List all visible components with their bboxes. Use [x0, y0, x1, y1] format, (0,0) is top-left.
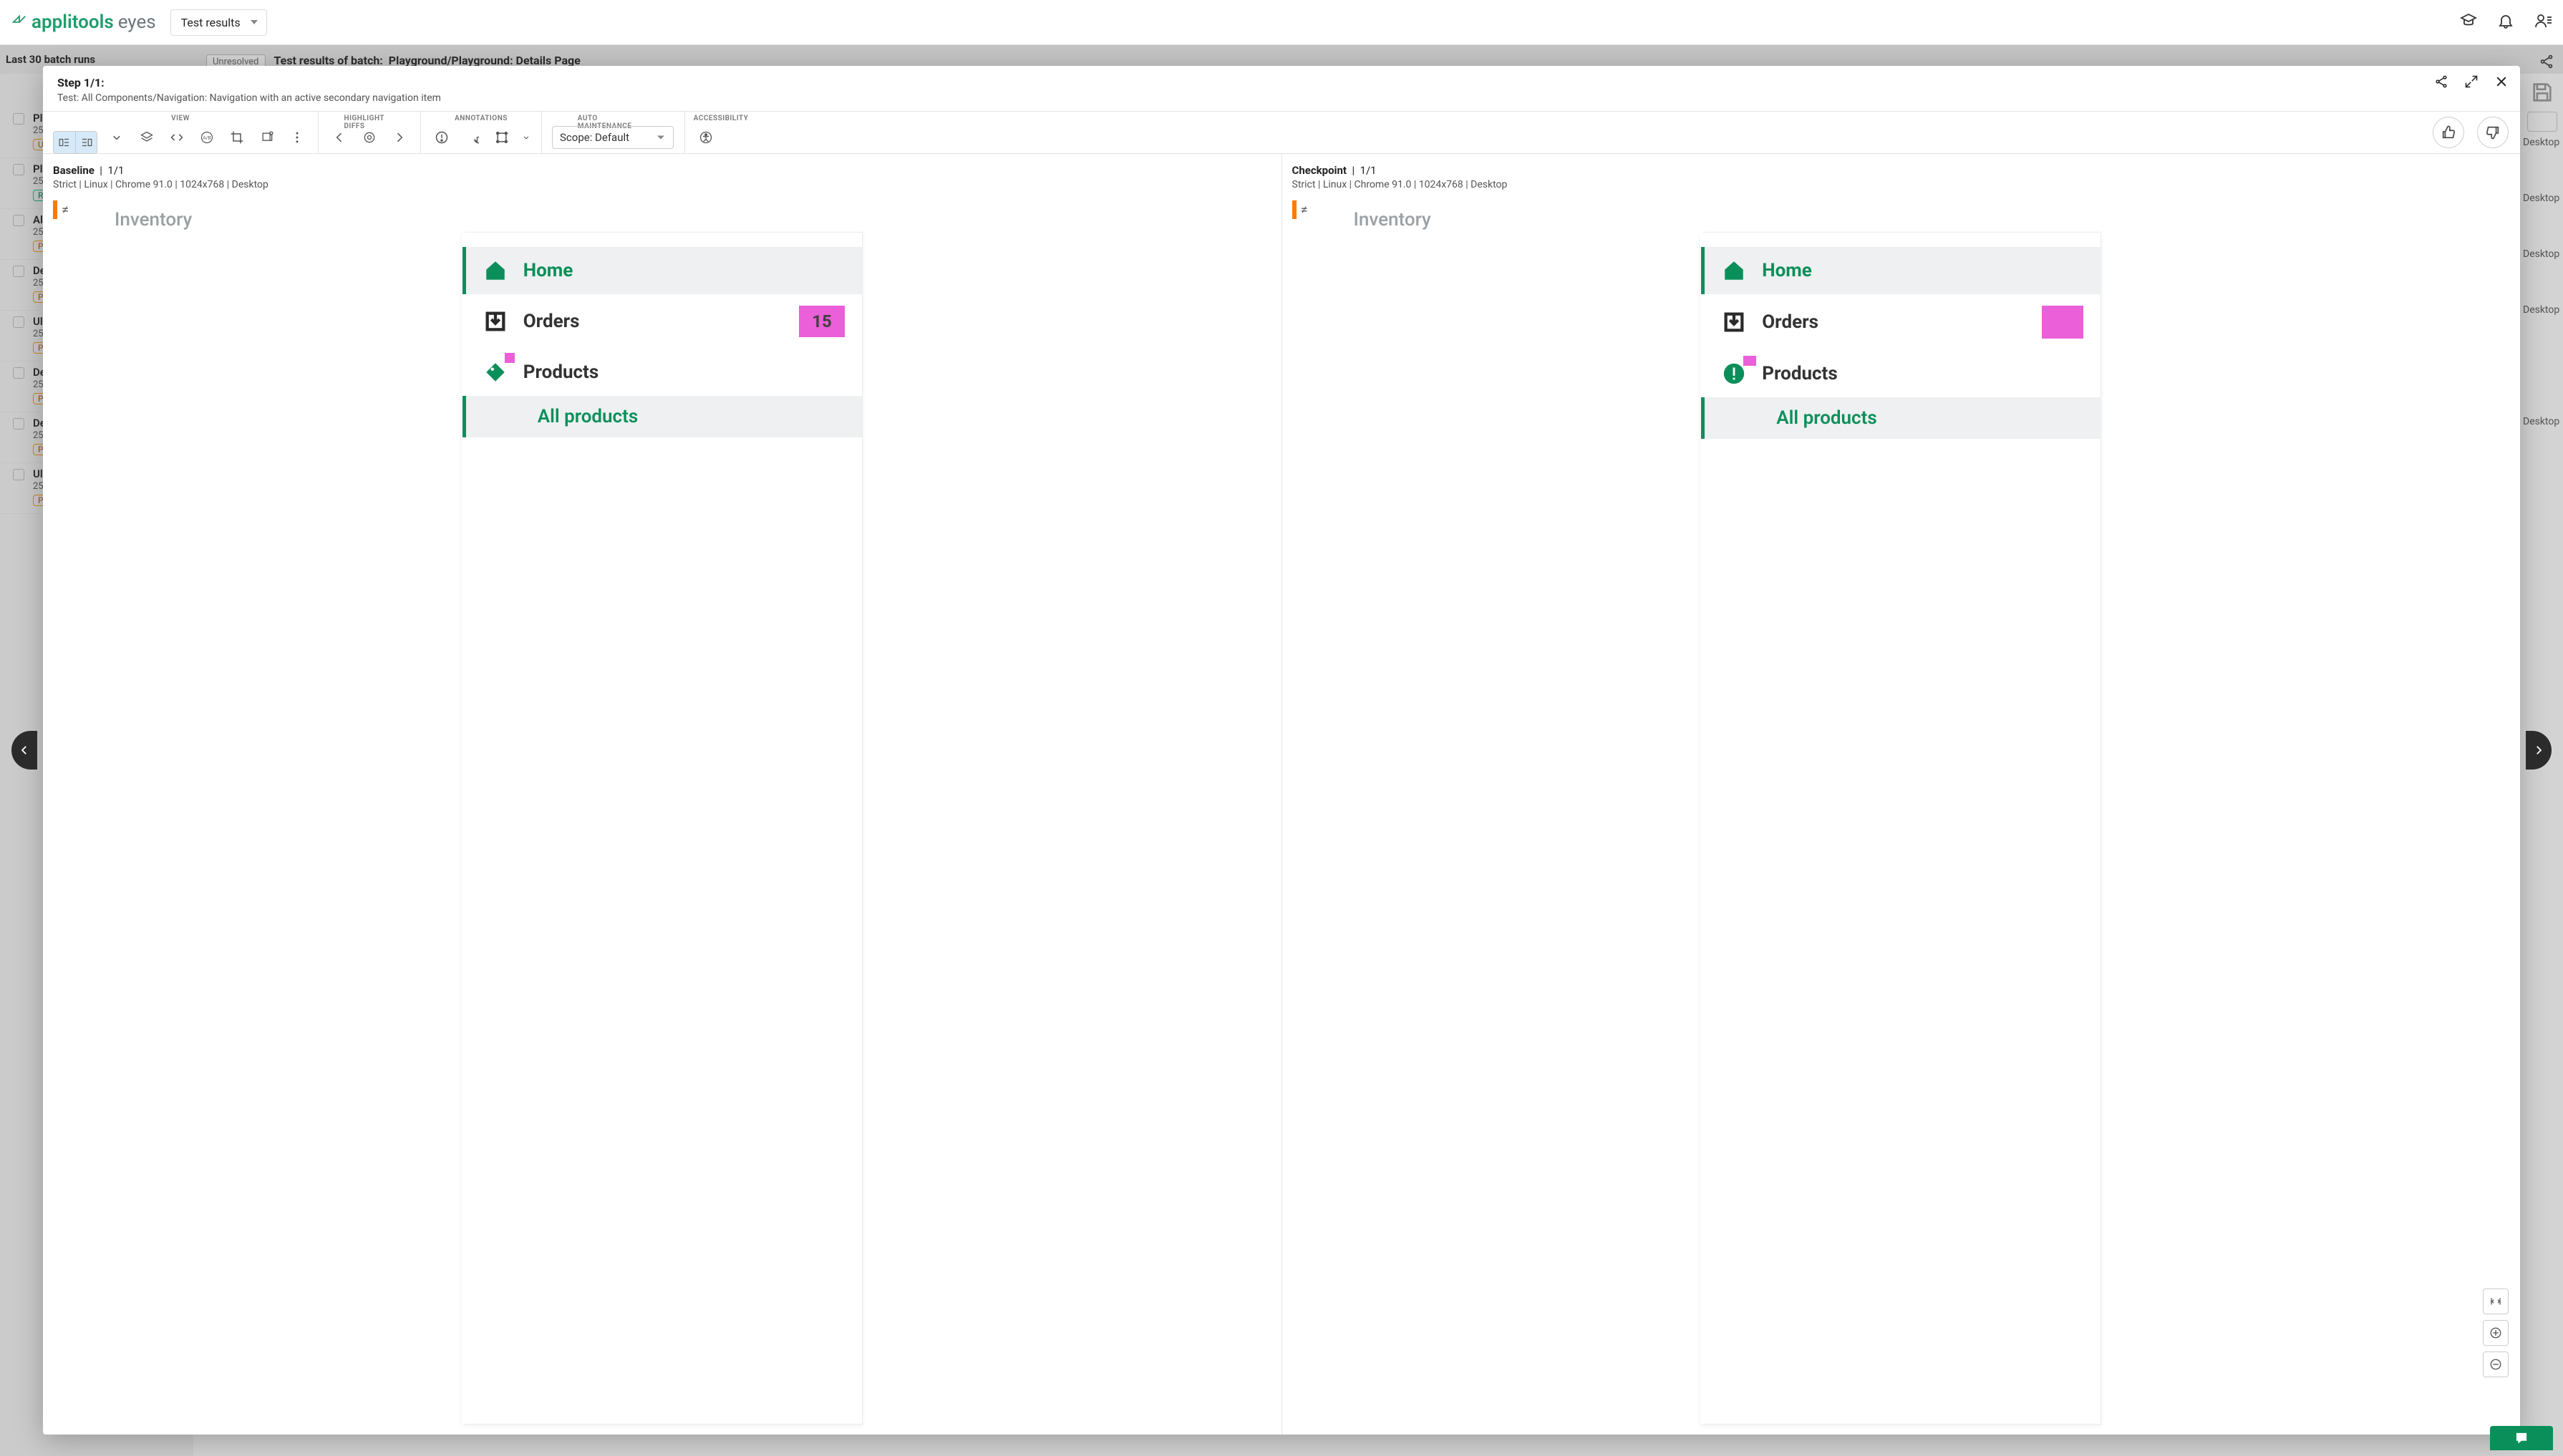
group-label-view: VIEW [171, 115, 190, 122]
checkpoint-env: Strict | Linux | Chrome 91.0 | 1024x768 … [1292, 179, 2511, 190]
fit-width-button[interactable] [2483, 1288, 2509, 1314]
scope-dropdown[interactable]: Scope: Default [552, 126, 674, 149]
bell-icon[interactable] [2497, 12, 2514, 32]
layers-icon[interactable] [136, 127, 158, 148]
scope-label: Scope: Default [560, 131, 629, 144]
baseline-screenshot: Home Orders 15 Products All products Inv… [462, 232, 863, 1425]
step-label: Step 1/1: [57, 76, 2506, 89]
results-dropdown-label: Test results [181, 16, 241, 29]
zoom-controls [2483, 1288, 2509, 1377]
chevron-small-icon[interactable] [106, 127, 127, 148]
crop-icon[interactable] [226, 127, 248, 148]
baseline-title: Baseline [53, 164, 95, 177]
group-label-highlight: HIGHLIGHT DIFFS [344, 115, 395, 130]
top-actions [2460, 12, 2552, 32]
checkpoint-pane: Checkpoint | 1/1 Strict | Linux | Chrome… [1282, 154, 2521, 1435]
more-icon[interactable] [286, 127, 308, 148]
modal-header: Step 1/1: Test: All Components/Navigatio… [43, 66, 2520, 111]
accessibility-icon[interactable] [695, 127, 717, 148]
comment-icon[interactable] [461, 127, 483, 148]
test-name: Test: All Components/Navigation: Navigat… [57, 92, 2506, 104]
subnav-inventory-label: Inventory [1354, 209, 1431, 230]
top-bar: applitoolseyes Test results [0, 0, 2563, 45]
brand-glyph-icon [11, 14, 27, 30]
share-icon[interactable] [2434, 74, 2448, 92]
results-dropdown[interactable]: Test results [170, 9, 267, 36]
group-label-annotations: ANNOTATIONS [455, 115, 508, 122]
thumbs-up-button[interactable] [2433, 117, 2464, 148]
thumbs-down-button[interactable] [2477, 117, 2509, 148]
compare-body: Baseline | 1/1 Strict | Linux | Chrome 9… [43, 154, 2520, 1435]
expand-icon[interactable] [2464, 74, 2479, 92]
brand-logo: applitoolseyes [11, 11, 156, 33]
side-by-side-left-icon[interactable] [54, 132, 75, 153]
baseline-env: Strict | Linux | Chrome 91.0 | 1024x768 … [53, 179, 1271, 190]
thumbs-group [2433, 117, 2509, 148]
checkpoint-count: 1/1 [1360, 164, 1377, 177]
brand-suffix: eyes [118, 11, 156, 33]
zoom-in-button[interactable] [2483, 1320, 2509, 1346]
zoom-out-button[interactable] [2483, 1351, 2509, 1377]
cube-sync-icon[interactable] [256, 127, 278, 148]
user-menu-icon[interactable] [2534, 12, 2552, 32]
svg-text:A/B: A/B [203, 135, 210, 141]
close-icon[interactable] [2494, 74, 2509, 92]
subnav-inventory-label: Inventory [115, 209, 192, 230]
region-icon[interactable] [491, 127, 513, 148]
ab-compare-icon[interactable]: A/B [196, 127, 218, 148]
code-icon[interactable] [166, 127, 188, 148]
modal-toolbar: VIEW A/B HIGHLIGHT DIFFS [43, 111, 2520, 154]
baseline-pane: Baseline | 1/1 Strict | Linux | Chrome 9… [43, 154, 1282, 1435]
group-label-accessibility: ACCESSIBILITY [694, 115, 749, 122]
subnav-inventory: Inventory [1282, 199, 2521, 1435]
learn-icon[interactable] [2460, 12, 2477, 32]
side-by-side-right-icon[interactable] [75, 132, 97, 153]
subnav-inventory: Inventory [43, 199, 1282, 1435]
checkpoint-screenshot: Home Orders Products All products Invent… [1700, 232, 2101, 1425]
region-chevron-icon[interactable] [521, 127, 531, 148]
chat-fab[interactable] [2490, 1426, 2553, 1450]
brand-name: applitools [32, 11, 114, 33]
baseline-count: 1/1 [107, 164, 124, 177]
checkpoint-title: Checkpoint [1292, 164, 1347, 177]
view-mode-toggle[interactable] [53, 131, 97, 154]
issue-icon[interactable] [431, 127, 452, 148]
modal-head-actions [2434, 74, 2509, 92]
step-modal: Step 1/1: Test: All Components/Navigatio… [43, 66, 2520, 1435]
